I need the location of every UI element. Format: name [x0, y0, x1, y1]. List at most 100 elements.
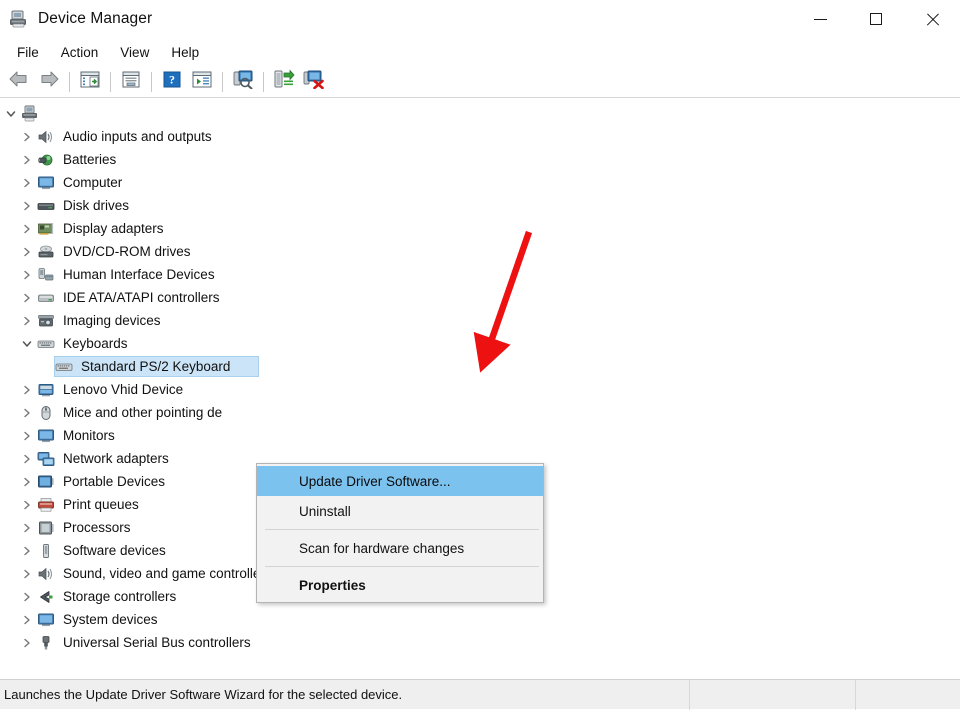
chevron-right-icon[interactable] — [18, 148, 36, 171]
chevron-right-icon[interactable] — [18, 585, 36, 608]
chevron-right-icon[interactable] — [18, 562, 36, 585]
close-button[interactable] — [904, 0, 960, 38]
disk-drive-icon — [36, 197, 56, 215]
chevron-right-icon[interactable] — [18, 470, 36, 493]
help-question-icon: ? — [162, 70, 182, 94]
forward-button[interactable] — [34, 68, 64, 96]
device-tree-pane[interactable]: Audio inputs and outputs Batteries — [0, 98, 960, 679]
tree-node-monitors[interactable]: Monitors — [0, 424, 960, 447]
chevron-right-icon[interactable] — [18, 378, 36, 401]
tree-node-universal-serial-bus-controllers[interactable]: Universal Serial Bus controllers — [0, 631, 960, 654]
svg-text:?: ? — [169, 72, 175, 86]
tree-node-mice-and-other-pointing-devices[interactable]: Mice and other pointing de — [0, 401, 960, 424]
chevron-right-icon[interactable] — [18, 171, 36, 194]
show-hide-action-pane-button[interactable] — [187, 68, 217, 96]
menu-action[interactable]: Action — [50, 42, 110, 63]
tree-node-label: IDE ATA/ATAPI controllers — [63, 290, 220, 305]
chevron-right-icon[interactable] — [18, 240, 36, 263]
tree-node-computer[interactable]: Computer — [0, 171, 960, 194]
chevron-right-icon[interactable] — [18, 194, 36, 217]
tree-node-audio-inputs-and-outputs[interactable]: Audio inputs and outputs — [0, 125, 960, 148]
title-bar: Device Manager — [0, 0, 960, 38]
uninstall-device-button[interactable] — [299, 68, 329, 96]
tree-node-label: Imaging devices — [63, 313, 161, 328]
chevron-right-icon[interactable] — [18, 424, 36, 447]
tree-node-label: Network adapters — [63, 451, 169, 466]
context-menu-item-properties[interactable]: Properties — [257, 570, 543, 600]
context-menu-item-update-driver-software[interactable]: Update Driver Software... — [257, 466, 543, 496]
properties-button[interactable] — [116, 68, 146, 96]
ide-controller-icon — [36, 289, 56, 307]
console-tree-icon — [79, 70, 101, 94]
tree-node-label: Human Interface Devices — [63, 267, 215, 282]
maximize-icon — [870, 13, 882, 25]
chevron-down-icon[interactable] — [18, 332, 36, 355]
context-menu-item-scan-for-hardware-changes[interactable]: Scan for hardware changes — [257, 533, 543, 563]
chevron-down-icon[interactable] — [2, 102, 20, 125]
forward-arrow-icon — [38, 70, 60, 93]
chevron-right-icon[interactable] — [18, 493, 36, 516]
tree-node-human-interface-devices[interactable]: Human Interface Devices — [0, 263, 960, 286]
tree-node-batteries[interactable]: Batteries — [0, 148, 960, 171]
chevron-right-icon[interactable] — [18, 263, 36, 286]
tree-node-root[interactable] — [0, 102, 960, 125]
display-adapter-card-icon — [36, 220, 56, 238]
tree-node-system-devices[interactable]: System devices — [0, 608, 960, 631]
chevron-right-icon[interactable] — [18, 286, 36, 309]
tree-node-dvd-cd-rom-drives[interactable]: DVD/CD-ROM drives — [0, 240, 960, 263]
tree-node-lenovo-vhid-device[interactable]: Lenovo Vhid Device — [0, 378, 960, 401]
context-menu-separator — [265, 566, 539, 567]
printer-icon — [36, 496, 56, 514]
chevron-right-icon[interactable] — [18, 309, 36, 332]
menu-help[interactable]: Help — [160, 42, 210, 63]
uninstall-red-x-icon — [303, 69, 325, 94]
software-device-icon — [36, 542, 56, 560]
tree-node-label: Portable Devices — [63, 474, 165, 489]
tree-node-display-adapters[interactable]: Display adapters — [0, 217, 960, 240]
context-menu-item-uninstall[interactable]: Uninstall — [257, 496, 543, 526]
toolbar: ? — [0, 66, 960, 98]
tree-node-keyboards[interactable]: Keyboards — [0, 332, 960, 355]
scan-monitor-icon — [232, 69, 254, 94]
chevron-right-icon[interactable] — [18, 217, 36, 240]
tree-node-label: Software devices — [63, 543, 166, 558]
tree-node-standard-ps2-keyboard[interactable]: Standard PS/2 Keyboard — [0, 355, 960, 378]
status-pane-2 — [690, 680, 856, 710]
status-bar: Launches the Update Driver Software Wiza… — [0, 679, 960, 709]
show-hide-console-tree-button[interactable] — [75, 68, 105, 96]
tree-node-label: Audio inputs and outputs — [63, 129, 212, 144]
tree-node-label: Standard PS/2 Keyboard — [81, 359, 230, 374]
context-menu[interactable]: Update Driver Software... Uninstall Scan… — [256, 463, 544, 603]
tree-node-disk-drives[interactable]: Disk drives — [0, 194, 960, 217]
back-button[interactable] — [4, 68, 34, 96]
properties-window-icon — [120, 70, 142, 94]
minimize-button[interactable] — [792, 0, 848, 38]
tree-node-label: Batteries — [63, 152, 116, 167]
maximize-button[interactable] — [848, 0, 904, 38]
menu-bar: File Action View Help — [0, 38, 960, 66]
chevron-right-icon[interactable] — [18, 539, 36, 562]
tree-node-label: Display adapters — [63, 221, 164, 236]
help-button[interactable]: ? — [157, 68, 187, 96]
update-driver-software-button[interactable] — [269, 68, 299, 96]
context-menu-separator — [265, 529, 539, 530]
toolbar-separator — [69, 72, 70, 92]
menu-file[interactable]: File — [6, 42, 50, 63]
hid-usb-icon — [36, 266, 56, 284]
scan-for-hardware-changes-button[interactable] — [228, 68, 258, 96]
window-controls — [792, 0, 960, 38]
chevron-right-icon[interactable] — [18, 608, 36, 631]
processor-chip-icon — [36, 519, 56, 537]
tree-node-imaging-devices[interactable]: Imaging devices — [0, 309, 960, 332]
chevron-right-icon[interactable] — [18, 401, 36, 424]
chevron-right-icon[interactable] — [18, 516, 36, 539]
device-manager-window: Device Manager File Action View Help — [0, 0, 960, 709]
chevron-right-icon[interactable] — [18, 631, 36, 654]
toolbar-separator — [110, 72, 111, 92]
chevron-right-icon[interactable] — [18, 447, 36, 470]
speaker-icon — [36, 128, 56, 146]
keyboard-icon — [54, 358, 74, 376]
tree-node-ide-ata-atapi-controllers[interactable]: IDE ATA/ATAPI controllers — [0, 286, 960, 309]
menu-view[interactable]: View — [109, 42, 160, 63]
chevron-right-icon[interactable] — [18, 125, 36, 148]
